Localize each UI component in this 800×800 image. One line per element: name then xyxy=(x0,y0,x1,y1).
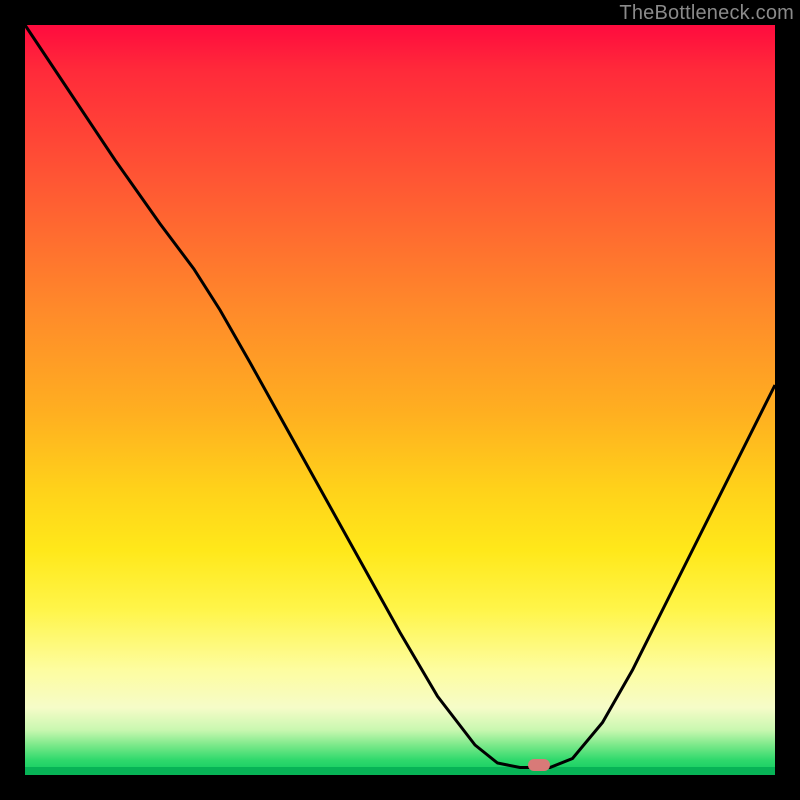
optimum-marker xyxy=(528,759,550,771)
plot-area xyxy=(25,25,775,775)
watermark-text: TheBottleneck.com xyxy=(619,2,794,25)
curve-path xyxy=(25,25,775,768)
chart-frame: TheBottleneck.com xyxy=(0,0,800,800)
bottleneck-curve xyxy=(25,25,775,775)
